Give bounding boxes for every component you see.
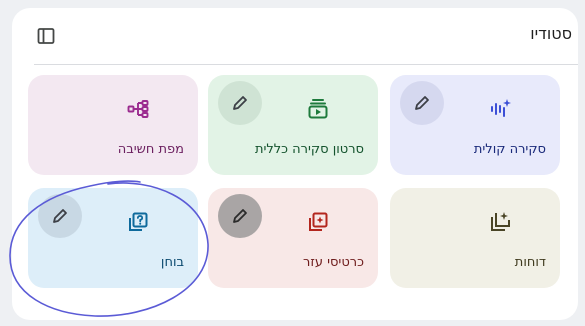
studio-header: סטודיו	[12, 8, 578, 64]
side-panel-icon	[37, 28, 55, 44]
card-label: כרטיסי עזר	[302, 255, 364, 270]
flashcards-card[interactable]: כרטיסי עזר	[208, 188, 378, 288]
quiz-card[interactable]: בוחן	[28, 188, 198, 288]
flashcards-icon	[306, 210, 330, 234]
card-label: סקירה קולית	[473, 142, 546, 157]
edit-button[interactable]	[218, 81, 262, 125]
quiz-icon	[126, 210, 150, 234]
collapse-panel-button[interactable]	[32, 22, 60, 50]
edit-button[interactable]	[38, 194, 82, 238]
audio-overview-card[interactable]: סקירה קולית	[390, 75, 560, 175]
pencil-icon	[53, 209, 67, 223]
video-overview-card[interactable]: סרטון סקירה כללית	[208, 75, 378, 175]
pencil-icon	[415, 96, 429, 110]
card-label: סרטון סקירה כללית	[254, 142, 364, 157]
audio-waveform-sparkle-icon	[488, 97, 512, 121]
reports-card[interactable]: דוחות	[390, 188, 560, 288]
pencil-icon	[233, 209, 247, 223]
edit-button[interactable]	[400, 81, 444, 125]
card-label: מפת חשיבה	[117, 142, 184, 157]
edit-button[interactable]	[218, 194, 262, 238]
card-label: בוחן	[160, 255, 184, 270]
video-stack-icon	[306, 97, 330, 121]
report-sparkle-icon	[488, 210, 512, 234]
header-divider	[34, 64, 578, 65]
studio-title: סטודיו	[530, 24, 572, 43]
mind-map-icon	[126, 97, 150, 121]
card-label: דוחות	[514, 255, 546, 270]
mind-map-card[interactable]: מפת חשיבה	[28, 75, 198, 175]
pencil-icon	[233, 96, 247, 110]
